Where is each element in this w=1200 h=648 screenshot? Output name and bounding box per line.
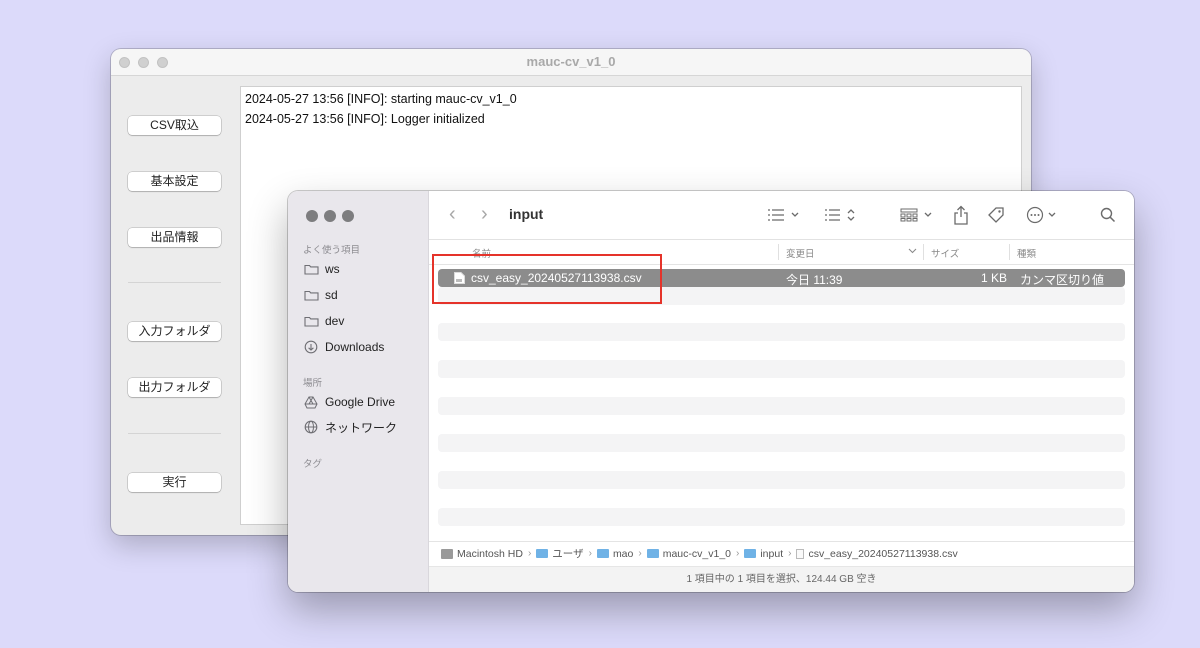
run-button[interactable]: 実行 xyxy=(128,473,221,492)
back-button[interactable]: ‹ xyxy=(449,203,456,225)
empty-row xyxy=(438,323,1125,341)
column-kind[interactable]: 種類 xyxy=(1017,246,1036,260)
empty-row xyxy=(438,434,1125,452)
folder-icon xyxy=(646,549,659,558)
log-line: 2024-05-27 13:56 [INFO]: Logger initiali… xyxy=(245,112,485,126)
share-button[interactable] xyxy=(953,203,969,227)
minimize-button[interactable] xyxy=(324,210,336,222)
chevron-right-icon: › xyxy=(638,548,642,559)
folder-icon xyxy=(303,288,319,302)
sidebar-header-locations: 場所 xyxy=(303,378,323,389)
file-kind: カンマ区切り値 xyxy=(1020,273,1105,287)
file-size: 1 KB xyxy=(981,271,1008,285)
folder-icon xyxy=(303,314,319,328)
ellipsis-circle-icon xyxy=(1026,206,1056,224)
empty-row xyxy=(438,471,1125,489)
share-icon xyxy=(954,205,968,225)
folder-icon xyxy=(744,549,757,558)
sidebar-header-tags: タグ xyxy=(303,459,323,470)
path-segment[interactable]: csv_easy_20240527113938.csv xyxy=(796,547,958,560)
sort-list-icon xyxy=(825,209,855,221)
path-segment[interactable]: mao xyxy=(596,547,634,560)
divider xyxy=(128,433,221,434)
divider xyxy=(128,282,221,283)
finder-window: よく使う項目 ws sd dev Downloads 場所 Google Dri… xyxy=(288,191,1134,592)
chevron-right-icon: › xyxy=(788,548,792,559)
sidebar-item-label: dev xyxy=(325,314,345,328)
chevron-right-icon: › xyxy=(736,548,740,559)
more-actions-button[interactable] xyxy=(1026,203,1060,227)
sort-button[interactable] xyxy=(824,203,858,227)
file-icon xyxy=(796,548,805,559)
highlight-annotation xyxy=(432,254,662,304)
empty-row xyxy=(438,508,1125,526)
finder-sidebar: よく使う項目 ws sd dev Downloads 場所 Google Dri… xyxy=(288,191,429,592)
close-button[interactable] xyxy=(306,210,318,222)
sidebar-item-label: Downloads xyxy=(325,340,385,354)
folder-title: input xyxy=(509,206,544,222)
zoom-button[interactable] xyxy=(342,210,354,222)
app-titlebar: mauc-cv_v1_0 xyxy=(111,49,1031,76)
hard-drive-icon xyxy=(441,548,453,559)
sidebar-item-label: ws xyxy=(325,262,340,276)
column-divider[interactable] xyxy=(923,244,924,260)
path-segment[interactable]: Macintosh HD xyxy=(441,548,523,560)
folder-icon xyxy=(303,262,319,276)
tag-icon xyxy=(988,207,1004,223)
file-modified: 今日 11:39 xyxy=(786,273,843,287)
sidebar-item-downloads[interactable]: Downloads xyxy=(303,337,384,357)
sidebar-header-favorites: よく使う項目 xyxy=(303,245,361,256)
path-label: ユーザ xyxy=(552,548,584,560)
empty-row xyxy=(438,397,1125,415)
path-segment[interactable]: input xyxy=(744,548,783,560)
globe-icon xyxy=(303,420,319,434)
chevron-down-icon xyxy=(908,246,917,257)
path-label: input xyxy=(760,547,784,560)
product-info-button[interactable]: 出品情報 xyxy=(128,228,221,247)
column-divider[interactable] xyxy=(1009,244,1010,260)
column-size[interactable]: サイズ xyxy=(931,246,959,260)
path-label: mao xyxy=(612,547,634,560)
folder-icon xyxy=(596,549,609,558)
path-label: mauc-cv_v1_0 xyxy=(662,547,731,560)
sidebar-item-dev[interactable]: dev xyxy=(303,311,344,331)
path-segment[interactable]: ユーザ xyxy=(536,546,584,561)
path-label: Macintosh HD xyxy=(457,547,523,560)
output-folder-button[interactable]: 出力フォルダ xyxy=(128,378,221,397)
column-modified[interactable]: 変更日 xyxy=(786,246,815,260)
finder-toolbar: ‹ › input xyxy=(429,191,1134,240)
sidebar-item-network[interactable]: ネットワーク xyxy=(303,417,397,437)
forward-button[interactable]: › xyxy=(481,203,488,225)
input-folder-button[interactable]: 入力フォルダ xyxy=(128,322,221,341)
path-segment[interactable]: mauc-cv_v1_0 xyxy=(646,547,731,560)
sidebar-item-label: ネットワーク xyxy=(325,420,398,435)
sidebar-item-label: sd xyxy=(325,288,338,302)
tag-button[interactable] xyxy=(987,203,1005,227)
download-icon xyxy=(303,340,319,354)
path-label: csv_easy_20240527113938.csv xyxy=(808,547,958,560)
column-divider[interactable] xyxy=(778,244,779,260)
chevron-right-icon: › xyxy=(588,548,592,559)
sidebar-item-ws[interactable]: ws xyxy=(303,259,340,279)
status-bar: 1 項目中の 1 項目を選択、124.44 GB 空き xyxy=(429,566,1134,592)
group-button[interactable] xyxy=(900,203,936,227)
basic-settings-button[interactable]: 基本設定 xyxy=(128,172,221,191)
google-drive-icon xyxy=(303,395,319,409)
view-list-button[interactable] xyxy=(767,203,801,227)
grid-group-icon xyxy=(900,208,932,222)
search-button[interactable] xyxy=(1100,203,1116,227)
chevron-right-icon: › xyxy=(527,548,532,559)
sidebar-item-google-drive[interactable]: Google Drive xyxy=(303,392,395,412)
folder-icon xyxy=(536,549,549,558)
log-line: 2024-05-27 13:56 [INFO]: starting mauc-c… xyxy=(245,92,517,106)
empty-row xyxy=(438,360,1125,378)
search-icon xyxy=(1100,207,1116,223)
sidebar-item-label: Google Drive xyxy=(325,395,396,409)
list-view-icon xyxy=(768,209,799,221)
csv-import-button[interactable]: CSV取込 xyxy=(128,116,221,135)
path-bar: Macintosh HD › ユーザ › mao › mauc-cv_v1_0 … xyxy=(429,541,1134,565)
sidebar-item-sd[interactable]: sd xyxy=(303,285,338,305)
window-title: mauc-cv_v1_0 xyxy=(526,54,616,69)
